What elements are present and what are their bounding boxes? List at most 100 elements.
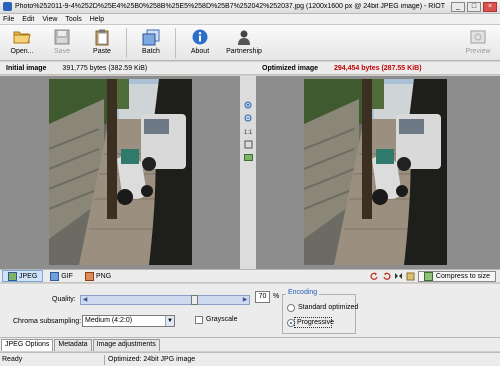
status-message: Optimized: 24bit JPG image	[108, 356, 196, 363]
batch-label: Batch	[142, 48, 160, 55]
jpeg-settings-panel: Quality: ◀ ▶ 70 % Chroma subsampling: Me…	[0, 284, 500, 337]
standard-optimized-radio[interactable]	[287, 304, 295, 312]
menu-view[interactable]: View	[42, 16, 57, 23]
tab-gif-label: GIF	[61, 272, 73, 280]
batch-images-icon	[142, 28, 160, 46]
app-icon	[3, 2, 12, 11]
encoding-group	[282, 294, 356, 334]
tab-png-label: PNG	[95, 272, 112, 280]
save-button[interactable]: Save	[42, 28, 82, 55]
minimize-button[interactable]: _	[451, 1, 465, 12]
info-icon	[191, 28, 209, 46]
tab-metadata[interactable]: Metadata	[54, 339, 92, 351]
tab-jpeg-options[interactable]: JPEG Options	[1, 339, 54, 351]
close-button[interactable]: ×	[483, 1, 497, 12]
initial-image-title: Initial image	[6, 65, 47, 72]
chroma-subsampling-label: Chroma subsampling:	[13, 318, 82, 325]
encoding-title: Encoding	[286, 289, 320, 296]
window-controls: _ □ ×	[451, 1, 497, 12]
svg-text:1:1: 1:1	[244, 130, 253, 136]
preview-button[interactable]: Preview	[458, 28, 498, 55]
optimized-image-pane[interactable]	[256, 76, 500, 269]
format-tab-bar: JPEG GIF PNG Compress to size	[0, 269, 500, 283]
preview-icon	[469, 28, 487, 46]
menu-bar: File Edit View Tools Help	[0, 14, 500, 25]
paste-label: Paste	[93, 48, 111, 55]
gif-image-icon	[50, 271, 60, 281]
tools-icon[interactable]	[406, 272, 415, 281]
rotate-left-icon[interactable]	[370, 272, 379, 281]
chroma-subsampling-value: Medium (4:2:0)	[85, 317, 133, 324]
partnership-label: Partnership	[226, 48, 262, 55]
standard-optimized-label: Standard optimized	[298, 304, 359, 311]
status-ready: Ready	[2, 356, 23, 363]
batch-button[interactable]: Batch	[131, 28, 171, 55]
fit-window-icon[interactable]	[244, 140, 253, 149]
person-icon	[235, 28, 253, 46]
actual-size-icon[interactable]: 1:1	[244, 127, 253, 136]
maximize-button[interactable]: □	[467, 1, 481, 12]
open-label: Open...	[10, 48, 34, 55]
status-bar: Ready Optimized: 24bit JPG image	[0, 352, 500, 366]
menu-edit[interactable]: Edit	[22, 16, 34, 23]
progressive-label: Progressive	[297, 319, 334, 326]
open-button[interactable]: Open...	[2, 28, 42, 55]
compare-icon[interactable]	[243, 153, 253, 162]
jpeg-image-icon	[8, 271, 17, 281]
compress-icon	[423, 271, 433, 281]
quality-slider[interactable]: ◀ ▶	[80, 295, 250, 305]
initial-image-photo	[49, 79, 192, 265]
window-title: Photo%252011-9-4%252D%25E4%25B0%258B%25E…	[15, 3, 445, 10]
tab-image-adjustments[interactable]: Image adjustments	[92, 339, 160, 351]
zoom-out-icon[interactable]	[244, 114, 253, 123]
menu-tools[interactable]: Tools	[65, 16, 81, 23]
quality-slider-thumb[interactable]	[190, 295, 198, 305]
tab-jpeg-label: JPEG	[19, 272, 38, 280]
optimized-image-header: Optimized image 294,454 bytes (287.55 Ki…	[262, 65, 422, 72]
menu-file[interactable]: File	[3, 16, 14, 23]
save-label: Save	[54, 48, 70, 55]
paste-button[interactable]: Paste	[82, 28, 122, 55]
initial-image-pane[interactable]	[0, 76, 240, 269]
partnership-button[interactable]: Partnership	[220, 28, 268, 55]
initial-image-header: Initial image 391,775 bytes (382.59 KiB)	[6, 65, 147, 72]
tab-gif[interactable]: GIF	[45, 270, 78, 282]
zoom-in-icon[interactable]	[244, 101, 253, 110]
optimized-image-photo	[304, 79, 447, 265]
status-separator	[104, 355, 105, 365]
preview-label: Preview	[465, 48, 491, 55]
grayscale-label: Grayscale	[206, 316, 238, 323]
floppy-disk-icon	[53, 28, 71, 46]
chevron-down-icon[interactable]: ▼	[165, 316, 174, 326]
quality-unit: %	[273, 293, 280, 300]
chroma-subsampling-select[interactable]: Medium (4:2:0) ▼	[82, 315, 175, 327]
quality-input[interactable]: 70	[255, 291, 270, 303]
about-label: About	[190, 48, 210, 55]
png-image-icon	[84, 271, 94, 281]
image-actions: Compress to size	[370, 270, 496, 282]
folder-open-icon	[13, 28, 31, 46]
grayscale-checkbox[interactable]	[195, 316, 203, 324]
slider-right-arrow-icon[interactable]: ▶	[241, 296, 249, 304]
optimized-image-title: Optimized image	[262, 65, 319, 72]
zoom-toolbar: 1:1	[240, 76, 256, 269]
compress-button-label: Compress to size	[435, 272, 490, 280]
slider-left-arrow-icon[interactable]: ◀	[81, 296, 89, 304]
flip-icon[interactable]	[394, 272, 403, 281]
title-bar: Photo%252011-9-4%252D%25E4%25B0%258B%25E…	[0, 0, 500, 14]
tab-png[interactable]: PNG	[80, 270, 116, 282]
tab-jpeg[interactable]: JPEG	[2, 270, 44, 282]
clipboard-icon	[93, 28, 111, 46]
optimized-image-size: 294,454 bytes (287.55 KiB)	[333, 65, 422, 72]
initial-image-size: 391,775 bytes (382.59 KiB)	[62, 65, 148, 72]
main-toolbar: Open... Save Paste Batch About Partnersh…	[0, 25, 500, 61]
menu-help[interactable]: Help	[90, 16, 104, 23]
rotate-right-icon[interactable]	[382, 272, 391, 281]
compress-to-size-button[interactable]: Compress to size	[417, 270, 496, 282]
quality-label: Quality:	[52, 296, 76, 303]
about-button[interactable]: About	[180, 28, 220, 55]
toolbar-separator	[126, 28, 127, 58]
options-tab-bar: JPEG Options Metadata Image adjustments	[0, 337, 500, 351]
panel-headers: Initial image 391,775 bytes (382.59 KiB)…	[0, 62, 500, 75]
toolbar-separator	[175, 28, 176, 58]
